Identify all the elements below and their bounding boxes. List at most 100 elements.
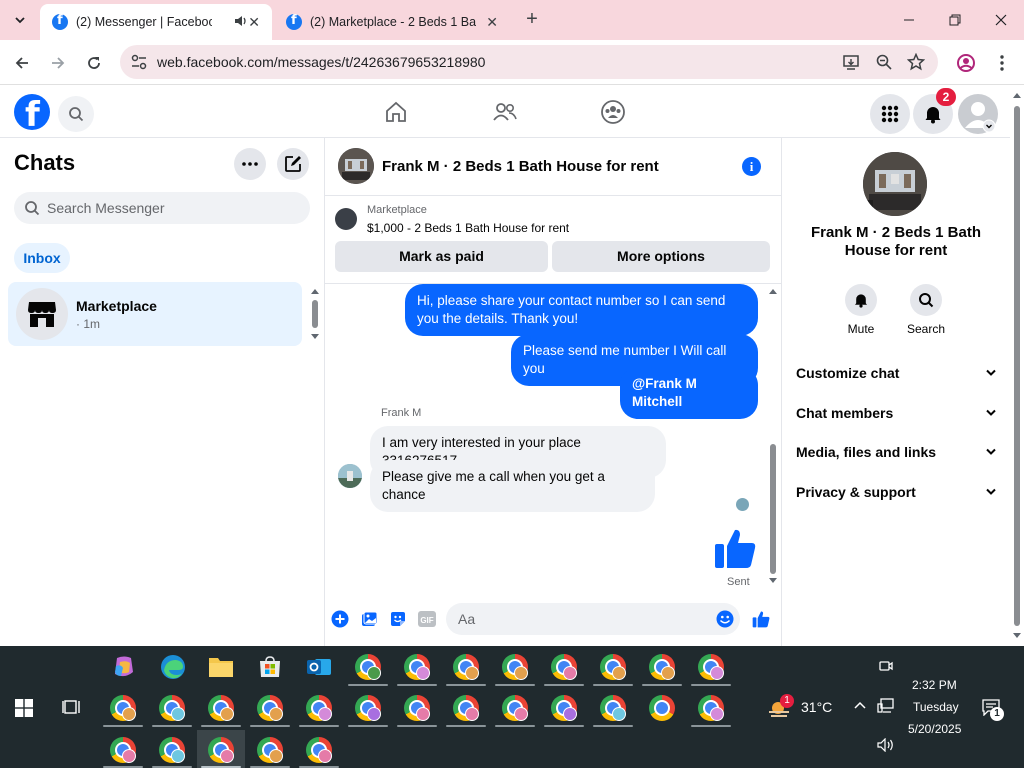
volume-icon[interactable] <box>877 738 895 752</box>
chat-list-scrollbar[interactable] <box>309 284 321 344</box>
chrome-profile-icon[interactable] <box>208 737 234 763</box>
sticker-button[interactable] <box>388 609 408 629</box>
media-files-links-section[interactable]: Media, files and links <box>796 444 996 468</box>
weather-temperature[interactable]: 31°C <box>801 699 832 715</box>
reload-button[interactable] <box>81 50 107 76</box>
chrome-profile-icon[interactable] <box>600 654 626 680</box>
close-tab-icon[interactable]: ✕ <box>248 14 260 31</box>
outlook-icon[interactable] <box>306 654 332 680</box>
new-message-button[interactable] <box>277 148 309 180</box>
clock-time[interactable]: 2:32 PM <box>912 678 957 692</box>
emoji-icon[interactable] <box>716 610 734 628</box>
chrome-profile-icon[interactable] <box>110 737 136 763</box>
chrome-profile-icon[interactable] <box>453 654 479 680</box>
menu-button[interactable] <box>870 94 910 134</box>
bookmark-star-icon[interactable] <box>907 53 925 71</box>
message-input-box[interactable] <box>446 603 740 635</box>
mark-as-paid-button[interactable]: Mark as paid <box>335 241 548 272</box>
clock-day[interactable]: Tuesday <box>913 700 959 714</box>
chrome-profile-icon[interactable] <box>355 695 381 721</box>
chevron-up-icon[interactable] <box>853 700 867 710</box>
tab-messenger[interactable]: (2) Messenger | Facebook ✕ <box>40 4 272 40</box>
search-messenger-input[interactable] <box>47 196 297 220</box>
attach-photo-button[interactable] <box>359 609 379 629</box>
address-bar[interactable]: web.facebook.com/messages/t/242636796532… <box>120 45 938 79</box>
install-app-icon[interactable] <box>842 53 860 71</box>
forward-button[interactable] <box>45 50 71 76</box>
search-messenger-box[interactable] <box>14 192 310 224</box>
site-settings-icon[interactable] <box>130 53 148 71</box>
message-bubble-incoming[interactable]: Please give me a call when you get a cha… <box>370 460 655 512</box>
restore-button[interactable] <box>939 6 971 34</box>
edge-icon[interactable] <box>160 654 186 680</box>
chrome-profile-icon[interactable] <box>404 654 430 680</box>
more-actions-button[interactable] <box>330 609 350 629</box>
more-options-button[interactable]: More options <box>552 241 770 272</box>
home-nav[interactable] <box>382 98 410 126</box>
new-tab-button[interactable]: + <box>520 8 544 32</box>
chat-list-item[interactable]: Marketplace · 1m <box>8 282 302 346</box>
chrome-menu-button[interactable] <box>989 50 1015 76</box>
profile-button[interactable] <box>953 50 979 76</box>
page-scrollbar[interactable] <box>1010 86 1024 646</box>
chrome-profile-icon[interactable] <box>306 695 332 721</box>
chrome-profile-icon[interactable] <box>649 654 675 680</box>
chrome-profile-icon[interactable] <box>698 654 724 680</box>
chrome-profile-icon[interactable] <box>404 695 430 721</box>
chrome-profile-icon[interactable] <box>698 695 724 721</box>
message-bubble-outgoing[interactable]: @Frank M Mitchell <box>620 367 758 419</box>
info-avatar[interactable] <box>863 152 927 216</box>
inbox-filter-tab[interactable]: Inbox <box>14 243 70 273</box>
mute-button[interactable]: Mute <box>831 284 891 336</box>
chat-members-section[interactable]: Chat members <box>796 405 996 429</box>
tab-search-button[interactable] <box>8 8 32 32</box>
chrome-profile-icon[interactable] <box>257 737 283 763</box>
copilot-icon[interactable] <box>111 654 137 680</box>
listing-thumbnail[interactable] <box>335 208 357 230</box>
customize-chat-section[interactable]: Customize chat <box>796 365 996 389</box>
friends-nav[interactable] <box>491 98 519 126</box>
tab-marketplace[interactable]: (2) Marketplace - 2 Beds 1 Bath ✕ <box>274 4 510 40</box>
url-text[interactable]: web.facebook.com/messages/t/242636796532… <box>157 54 485 70</box>
conversation-title[interactable]: Frank M · 2 Beds 1 Bath House for rent <box>382 158 659 175</box>
chrome-profile-icon[interactable] <box>110 695 136 721</box>
chrome-profile-icon[interactable] <box>257 695 283 721</box>
chrome-profile-icon[interactable] <box>208 695 234 721</box>
chrome-profile-icon[interactable] <box>159 737 185 763</box>
info-icon[interactable]: i <box>742 157 761 176</box>
back-button[interactable] <box>9 50 35 76</box>
chrome-profile-icon[interactable] <box>502 695 528 721</box>
search-in-conversation-button[interactable]: Search <box>896 284 956 336</box>
chrome-profile-icon[interactable] <box>306 737 332 763</box>
conversation-scrollbar[interactable] <box>767 284 779 588</box>
microsoft-store-icon[interactable] <box>258 655 282 679</box>
close-window-button[interactable] <box>985 6 1017 34</box>
task-view-button[interactable] <box>62 698 82 719</box>
chrome-icon[interactable] <box>649 695 675 721</box>
zoom-icon[interactable] <box>875 53 893 71</box>
chrome-profile-icon[interactable] <box>551 695 577 721</box>
chats-options-button[interactable] <box>234 148 266 180</box>
file-explorer-icon[interactable] <box>208 655 234 679</box>
start-button[interactable] <box>15 699 33 720</box>
chrome-profile-icon[interactable] <box>159 695 185 721</box>
groups-nav[interactable] <box>599 98 627 126</box>
close-tab-icon[interactable]: ✕ <box>486 14 498 31</box>
minimize-button[interactable] <box>893 6 925 34</box>
chrome-profile-icon[interactable] <box>453 695 479 721</box>
chrome-profile-icon[interactable] <box>551 654 577 680</box>
clock-date[interactable]: 5/20/2025 <box>908 722 961 736</box>
facebook-search-button[interactable] <box>58 96 94 132</box>
sender-avatar[interactable] <box>338 464 362 488</box>
privacy-support-section[interactable]: Privacy & support <box>796 484 996 508</box>
listing-price-title[interactable]: $1,000 - 2 Beds 1 Bath House for rent <box>367 221 569 235</box>
account-button[interactable] <box>958 94 998 134</box>
conversation-avatar[interactable] <box>338 148 374 184</box>
message-bubble-outgoing[interactable]: Hi, please share your contact number so … <box>405 284 758 336</box>
chrome-profile-a-icon[interactable] <box>355 654 381 680</box>
network-icon[interactable] <box>877 698 895 714</box>
facebook-logo[interactable]: f <box>14 94 50 135</box>
chrome-profile-icon[interactable] <box>600 695 626 721</box>
send-like-button[interactable] <box>751 609 771 629</box>
gif-button[interactable]: GIF <box>417 609 437 629</box>
